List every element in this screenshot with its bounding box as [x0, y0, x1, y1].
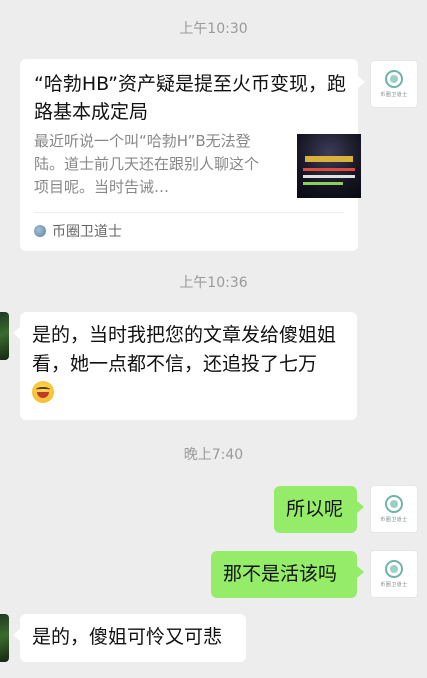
divider — [34, 212, 344, 213]
avatar-caption: 币圈卫道士 — [380, 582, 408, 588]
timestamp: 上午10:30 — [179, 21, 248, 37]
avatar-caption: 币圈卫道士 — [380, 517, 408, 523]
link-card-source: 币圈卫道士 — [34, 221, 122, 241]
timestamp: 上午10:36 — [179, 275, 248, 291]
link-card-source-name: 币圈卫道士 — [52, 224, 122, 240]
contact-avatar[interactable] — [0, 614, 9, 662]
message-text: 那不是活该吗 — [223, 563, 338, 585]
outgoing-message[interactable]: 所以呢 — [274, 486, 364, 533]
source-account-icon — [34, 225, 46, 237]
self-avatar[interactable]: 币圈卫道士 — [370, 550, 418, 598]
timestamp: 晚上7:40 — [183, 447, 244, 463]
link-card[interactable]: “哈勃HB”资产疑是提至火币变现，跑路基本成定局 最近听说一个叫“哈勃H”B无法… — [20, 59, 365, 251]
link-card-title: “哈勃HB”资产疑是提至火币变现，跑路基本成定局 — [34, 73, 346, 123]
brand-logo-icon — [385, 495, 403, 513]
avatar-caption: 币圈卫道士 — [380, 92, 408, 98]
self-avatar[interactable]: 币圈卫道士 — [370, 485, 418, 533]
link-card-description: 最近听说一个叫“哈勃H”B无法登陆。道士前几天还在跟别人聊这个项目呢。当时告诫… — [34, 132, 260, 196]
grimacing-tears-emoji-icon — [32, 381, 54, 403]
self-avatar[interactable]: 币圈卫道士 — [370, 60, 418, 108]
outgoing-message[interactable]: 那不是活该吗 — [211, 551, 364, 598]
brand-logo-icon — [385, 560, 403, 578]
message-text: 是的，傻姐可怜又可悲 — [32, 626, 223, 648]
message-text: 所以呢 — [286, 498, 344, 520]
message-text: 是的，当时我把您的文章发给傻姐姐看，她一点都不信，还追投了七万 — [32, 324, 337, 375]
brand-logo-icon — [385, 70, 403, 88]
article-thumbnail-image — [297, 134, 361, 198]
incoming-message[interactable]: 是的，当时我把您的文章发给傻姐姐看，她一点都不信，还追投了七万 — [13, 312, 357, 420]
incoming-message[interactable]: 是的，傻姐可怜又可悲 — [13, 614, 246, 662]
contact-avatar[interactable] — [0, 312, 9, 360]
